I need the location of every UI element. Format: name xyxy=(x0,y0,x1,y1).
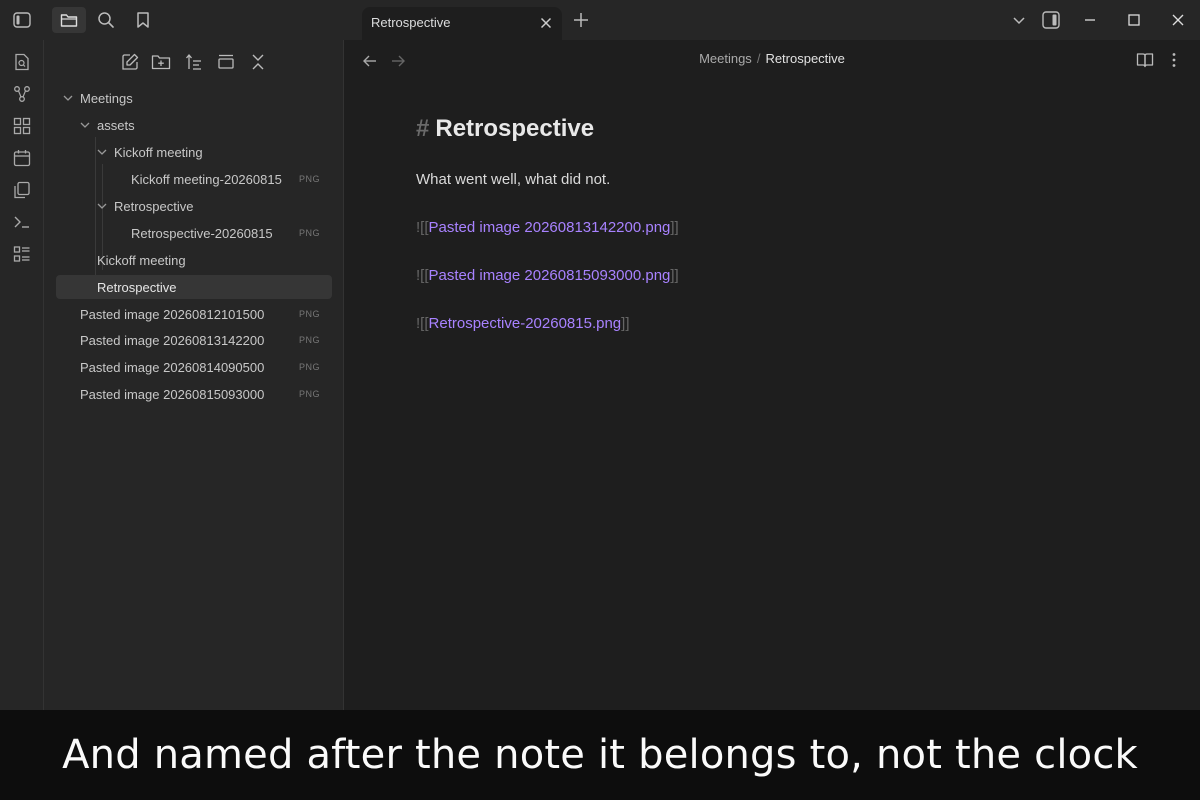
tree-item-label: Pasted image 20260812101500 xyxy=(80,306,265,322)
tab-retrospective[interactable]: Retrospective xyxy=(362,7,562,40)
command-palette-icon[interactable] xyxy=(12,212,32,232)
folder-retrospective[interactable]: Retrospective xyxy=(56,194,332,218)
file-pasted-image[interactable]: Pasted image 20260813142200 PNG xyxy=(56,328,332,352)
tree-item-label: Pasted image 20260813142200 xyxy=(80,332,265,348)
breadcrumb-current[interactable]: Retrospective xyxy=(765,51,844,66)
breadcrumb-separator: / xyxy=(756,51,761,66)
file-pasted-image[interactable]: Pasted image 20260812101500 PNG xyxy=(56,302,332,326)
close-icon[interactable] xyxy=(538,15,554,31)
tab-title: Retrospective xyxy=(371,15,451,30)
file-extension-badge: PNG xyxy=(298,174,320,184)
chevron-down-icon xyxy=(63,95,73,101)
folder-kickoff-meeting[interactable]: Kickoff meeting xyxy=(56,140,332,164)
file-kickoff-meeting-image[interactable]: Kickoff meeting-20260815 PNG xyxy=(56,167,332,191)
embed-open-bracket: ![[ xyxy=(416,267,429,284)
files-tab-icon[interactable] xyxy=(52,7,86,33)
file-extension-badge: PNG xyxy=(298,228,320,238)
bookmark-icon[interactable] xyxy=(130,8,156,32)
canvas-icon[interactable] xyxy=(12,116,32,136)
editor-pane: Meetings / Retrospective # Retrospective Wh… xyxy=(344,40,1200,710)
file-retrospective-image[interactable]: Retrospective-20260815 PNG xyxy=(56,221,332,245)
search-icon[interactable] xyxy=(93,8,119,32)
file-explorer: Meetings assets Kickoff meeting Kickoff … xyxy=(44,40,344,710)
tree-item-label: Meetings xyxy=(80,90,133,106)
embed-close-bracket: ]] xyxy=(621,315,630,332)
more-options-icon[interactable] xyxy=(1165,51,1183,69)
tree-item-label: Pasted image 20260814090500 xyxy=(80,359,265,375)
breadcrumb-parent[interactable]: Meetings xyxy=(699,51,752,66)
embed-close-bracket: ]] xyxy=(670,267,679,284)
templates-icon[interactable] xyxy=(12,180,32,200)
embed-link[interactable]: Retrospective-20260815.png xyxy=(429,315,622,332)
tree-item-label: Kickoff meeting-20260815 xyxy=(131,171,282,187)
right-sidebar-toggle-icon[interactable] xyxy=(1042,11,1060,29)
auto-reveal-icon[interactable] xyxy=(216,52,236,72)
tree-item-label: Retrospective-20260815 xyxy=(131,225,273,241)
folder-assets[interactable]: assets xyxy=(56,113,332,137)
video-caption: And named after the note it belongs to, … xyxy=(0,710,1200,800)
file-extension-badge: PNG xyxy=(298,389,320,399)
image-embed[interactable]: ![[Retrospective-20260815.png]] xyxy=(416,315,630,332)
new-note-icon[interactable] xyxy=(120,52,140,72)
calendar-icon[interactable] xyxy=(12,148,32,168)
image-embed[interactable]: ![[Pasted image 20260813142200.png]] xyxy=(416,219,679,236)
note-retrospective[interactable]: Retrospective xyxy=(56,275,332,299)
minimize-icon[interactable] xyxy=(1082,12,1098,28)
window-close-icon[interactable] xyxy=(1170,12,1186,28)
embed-close-bracket: ]] xyxy=(670,219,679,236)
tab-list-chevron-icon[interactable] xyxy=(1011,12,1027,28)
maximize-icon[interactable] xyxy=(1126,12,1142,28)
embed-link[interactable]: Pasted image 20260813142200.png xyxy=(429,219,671,236)
note-paragraph: What went well, what did not. xyxy=(416,171,611,188)
reading-view-icon[interactable] xyxy=(1136,51,1154,69)
collapse-all-icon[interactable] xyxy=(248,52,268,72)
chevron-down-icon xyxy=(80,122,90,128)
embed-open-bracket: ![[ xyxy=(416,315,429,332)
chevron-down-icon xyxy=(97,149,107,155)
caption-text: And named after the note it belongs to, … xyxy=(62,732,1138,778)
ribbon xyxy=(0,40,44,710)
folder-meetings[interactable]: Meetings xyxy=(56,86,332,110)
breadcrumb: Meetings / Retrospective xyxy=(344,51,1200,66)
tree-item-label: Kickoff meeting xyxy=(97,252,186,268)
file-extension-badge: PNG xyxy=(298,309,320,319)
heading-text: Retrospective xyxy=(435,115,595,142)
new-folder-icon[interactable] xyxy=(151,52,171,72)
tree-item-label: assets xyxy=(97,117,135,133)
heading-marker: # xyxy=(416,115,430,142)
embed-link[interactable]: Pasted image 20260815093000.png xyxy=(429,267,671,284)
tree-item-label: Pasted image 20260815093000 xyxy=(80,386,265,402)
graph-view-icon[interactable] xyxy=(12,84,32,104)
note-heading: # Retrospective xyxy=(416,115,594,143)
note-kickoff-meeting[interactable]: Kickoff meeting xyxy=(56,248,332,272)
chevron-down-icon xyxy=(97,203,107,209)
image-embed[interactable]: ![[Pasted image 20260815093000.png]] xyxy=(416,267,679,284)
file-pasted-image[interactable]: Pasted image 20260814090500 PNG xyxy=(56,355,332,379)
tree-item-label: Kickoff meeting xyxy=(114,144,203,160)
embed-open-bracket: ![[ xyxy=(416,219,429,236)
file-extension-badge: PNG xyxy=(298,335,320,345)
bases-icon[interactable] xyxy=(12,244,32,264)
sidebar-toggle-icon[interactable] xyxy=(9,8,35,32)
tree-item-label: Retrospective xyxy=(114,198,194,214)
file-pasted-image[interactable]: Pasted image 20260815093000 PNG xyxy=(56,382,332,406)
sort-order-icon[interactable] xyxy=(184,52,204,72)
new-tab-icon[interactable] xyxy=(572,11,590,29)
title-bar: Retrospective xyxy=(0,0,1200,40)
file-extension-badge: PNG xyxy=(298,362,320,372)
tree-item-label: Retrospective xyxy=(97,279,177,295)
quick-switcher-icon[interactable] xyxy=(12,52,32,72)
